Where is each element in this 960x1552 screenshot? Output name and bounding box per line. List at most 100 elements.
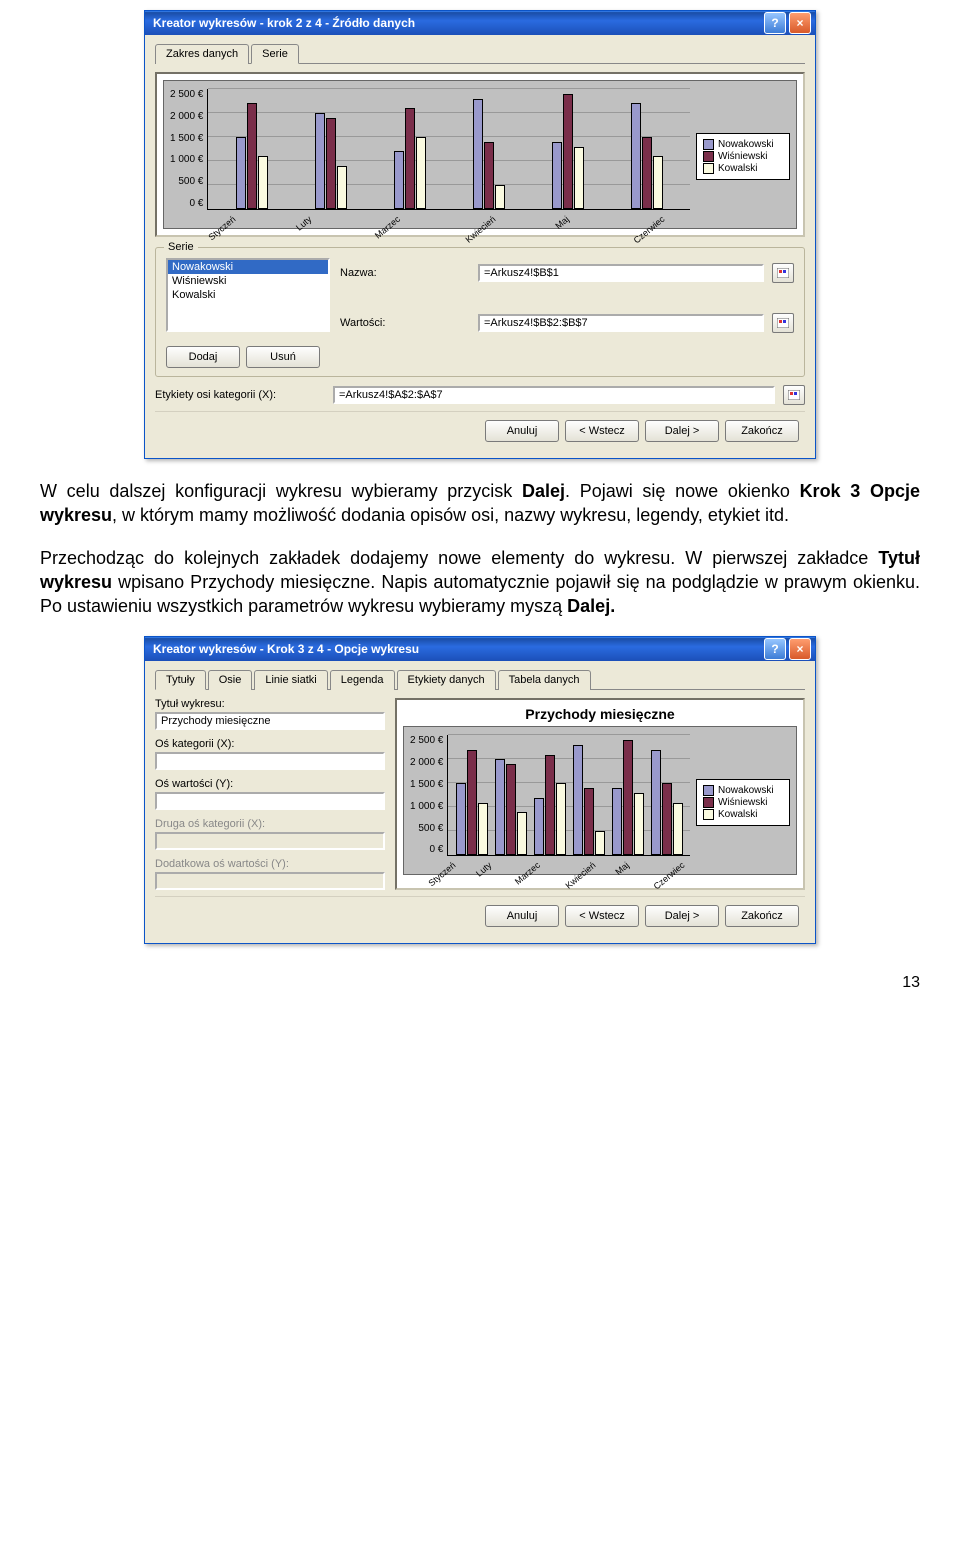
tab-data-table[interactable]: Tabela danych: [498, 670, 591, 690]
y-axis2-field: [155, 872, 385, 890]
chart-bar: [573, 745, 583, 855]
chart-legend: Nowakowski Wiśniewski Kowalski: [696, 779, 790, 826]
help-button[interactable]: ?: [764, 638, 786, 660]
chart-bar: [545, 755, 555, 856]
chart-wizard-step2-dialog: Kreator wykresów - krok 2 z 4 - Źródło d…: [144, 10, 816, 459]
chart-bar: [326, 118, 336, 209]
y-axis2-label: Dodatkowa oś wartości (Y):: [155, 858, 385, 870]
chart-bar: [484, 142, 494, 209]
range-picker-icon[interactable]: [772, 263, 794, 283]
chart-bar: [662, 783, 672, 855]
chart-bar: [642, 137, 652, 209]
chart-bar: [563, 94, 573, 209]
page-number: 13: [40, 974, 920, 992]
next-button[interactable]: Dalej >: [645, 905, 719, 927]
chart-bar: [556, 783, 566, 855]
chart-title-field[interactable]: [155, 712, 385, 730]
tab-gridlines[interactable]: Linie siatki: [254, 670, 327, 690]
values-label: Wartości:: [340, 317, 470, 329]
y-axis-label: Oś wartości (Y):: [155, 778, 385, 790]
range-picker-icon[interactable]: [772, 313, 794, 333]
chart-bar: [673, 803, 683, 856]
series-list-item[interactable]: Kowalski: [168, 288, 328, 302]
series-listbox[interactable]: NowakowskiWiśniewskiKowalski: [166, 258, 330, 332]
next-button[interactable]: Dalej >: [645, 420, 719, 442]
series-list-item[interactable]: Wiśniewski: [168, 274, 328, 288]
chart-bar: [456, 783, 466, 855]
x-axis-field[interactable]: [155, 752, 385, 770]
name-label: Nazwa:: [340, 267, 470, 279]
x-axis2-field: [155, 832, 385, 850]
dialog-title: Kreator wykresów - krok 2 z 4 - Źródło d…: [153, 16, 415, 30]
x-axis2-label: Druga oś kategorii (X):: [155, 818, 385, 830]
chart-bar: [467, 750, 477, 856]
chart-bar: [584, 788, 594, 855]
chart-bar: [495, 759, 505, 855]
chart-plot-area: [447, 735, 690, 856]
add-button[interactable]: Dodaj: [166, 346, 240, 368]
tab-axes[interactable]: Osie: [208, 670, 253, 690]
close-button[interactable]: ×: [789, 638, 811, 660]
chart-bar: [247, 103, 257, 209]
back-button[interactable]: < Wstecz: [565, 905, 639, 927]
chart-preview-title: Przychody miesięczne: [403, 706, 797, 722]
chart-bar: [595, 831, 605, 855]
values-field[interactable]: [478, 314, 764, 332]
chart-preview: Przychody miesięczne 2 500 € 2 000 € 1 5…: [395, 698, 805, 890]
body-paragraph: Przechodząc do kolejnych zakładek dodaje…: [40, 546, 920, 619]
remove-button[interactable]: Usuń: [246, 346, 320, 368]
chart-legend: Nowakowski Wiśniewski Kowalski: [696, 133, 790, 180]
tab-data-range[interactable]: Zakres danych: [155, 44, 249, 64]
x-axis-label: Oś kategorii (X):: [155, 738, 385, 750]
y-axis-ticks: 2 500 € 2 000 € 1 500 € 1 000 € 500 € 0 …: [410, 735, 447, 855]
tab-data-labels[interactable]: Etykiety danych: [397, 670, 496, 690]
chart-bar: [337, 166, 347, 209]
chart-bar: [651, 750, 661, 856]
tab-series[interactable]: Serie: [251, 44, 299, 64]
name-field[interactable]: [478, 264, 764, 282]
close-button[interactable]: ×: [789, 12, 811, 34]
series-list-item[interactable]: Nowakowski: [168, 260, 328, 274]
chart-bar: [534, 798, 544, 856]
x-axis-labels: StyczeńLutyMarzecKwiecieńMajCzerwiec: [410, 860, 690, 870]
chart-plot-area: [207, 89, 690, 210]
dialog-footer: Anuluj < Wstecz Dalej > Zakończ: [155, 411, 805, 450]
chart-bar: [631, 103, 641, 209]
y-axis-ticks: 2 500 € 2 000 € 1 500 € 1 000 € 500 € 0 …: [170, 89, 207, 209]
chart-bar: [478, 803, 488, 856]
chart-preview: 2 500 € 2 000 € 1 500 € 1 000 € 500 € 0 …: [155, 72, 805, 237]
chart-bar: [495, 185, 505, 209]
finish-button[interactable]: Zakończ: [725, 905, 799, 927]
chart-wizard-step3-dialog: Kreator wykresów - Krok 3 z 4 - Opcje wy…: [144, 636, 816, 944]
cancel-button[interactable]: Anuluj: [485, 905, 559, 927]
titlebar: Kreator wykresów - Krok 3 z 4 - Opcje wy…: [145, 637, 815, 661]
chart-bar: [394, 151, 404, 209]
tab-titles[interactable]: Tytuły: [155, 670, 206, 690]
chart-bar: [315, 113, 325, 209]
chart-bar: [416, 137, 426, 209]
cancel-button[interactable]: Anuluj: [485, 420, 559, 442]
tab-legend[interactable]: Legenda: [330, 670, 395, 690]
chart-bar: [653, 156, 663, 209]
series-groupbox: Serie NowakowskiWiśniewskiKowalski Dodaj…: [155, 247, 805, 377]
chart-bar: [258, 156, 268, 209]
chart-bar: [552, 142, 562, 209]
chart-bar: [623, 740, 633, 855]
x-category-labels-field[interactable]: [333, 386, 775, 404]
help-button[interactable]: ?: [764, 12, 786, 34]
chart-title-label: Tytuł wykresu:: [155, 698, 385, 710]
body-paragraph: W celu dalszej konfiguracji wykresu wybi…: [40, 479, 920, 528]
chart-bar: [634, 793, 644, 855]
titlebar: Kreator wykresów - krok 2 z 4 - Źródło d…: [145, 11, 815, 35]
chart-bar: [612, 788, 622, 855]
chart-bar: [236, 137, 246, 209]
tabs: Zakres danych Serie: [155, 43, 805, 64]
range-picker-icon[interactable]: [783, 385, 805, 405]
finish-button[interactable]: Zakończ: [725, 420, 799, 442]
y-axis-field[interactable]: [155, 792, 385, 810]
back-button[interactable]: < Wstecz: [565, 420, 639, 442]
x-category-labels-label: Etykiety osi kategorii (X):: [155, 389, 325, 401]
series-group-label: Serie: [164, 241, 198, 253]
chart-bar: [405, 108, 415, 209]
chart-bar: [506, 764, 516, 855]
